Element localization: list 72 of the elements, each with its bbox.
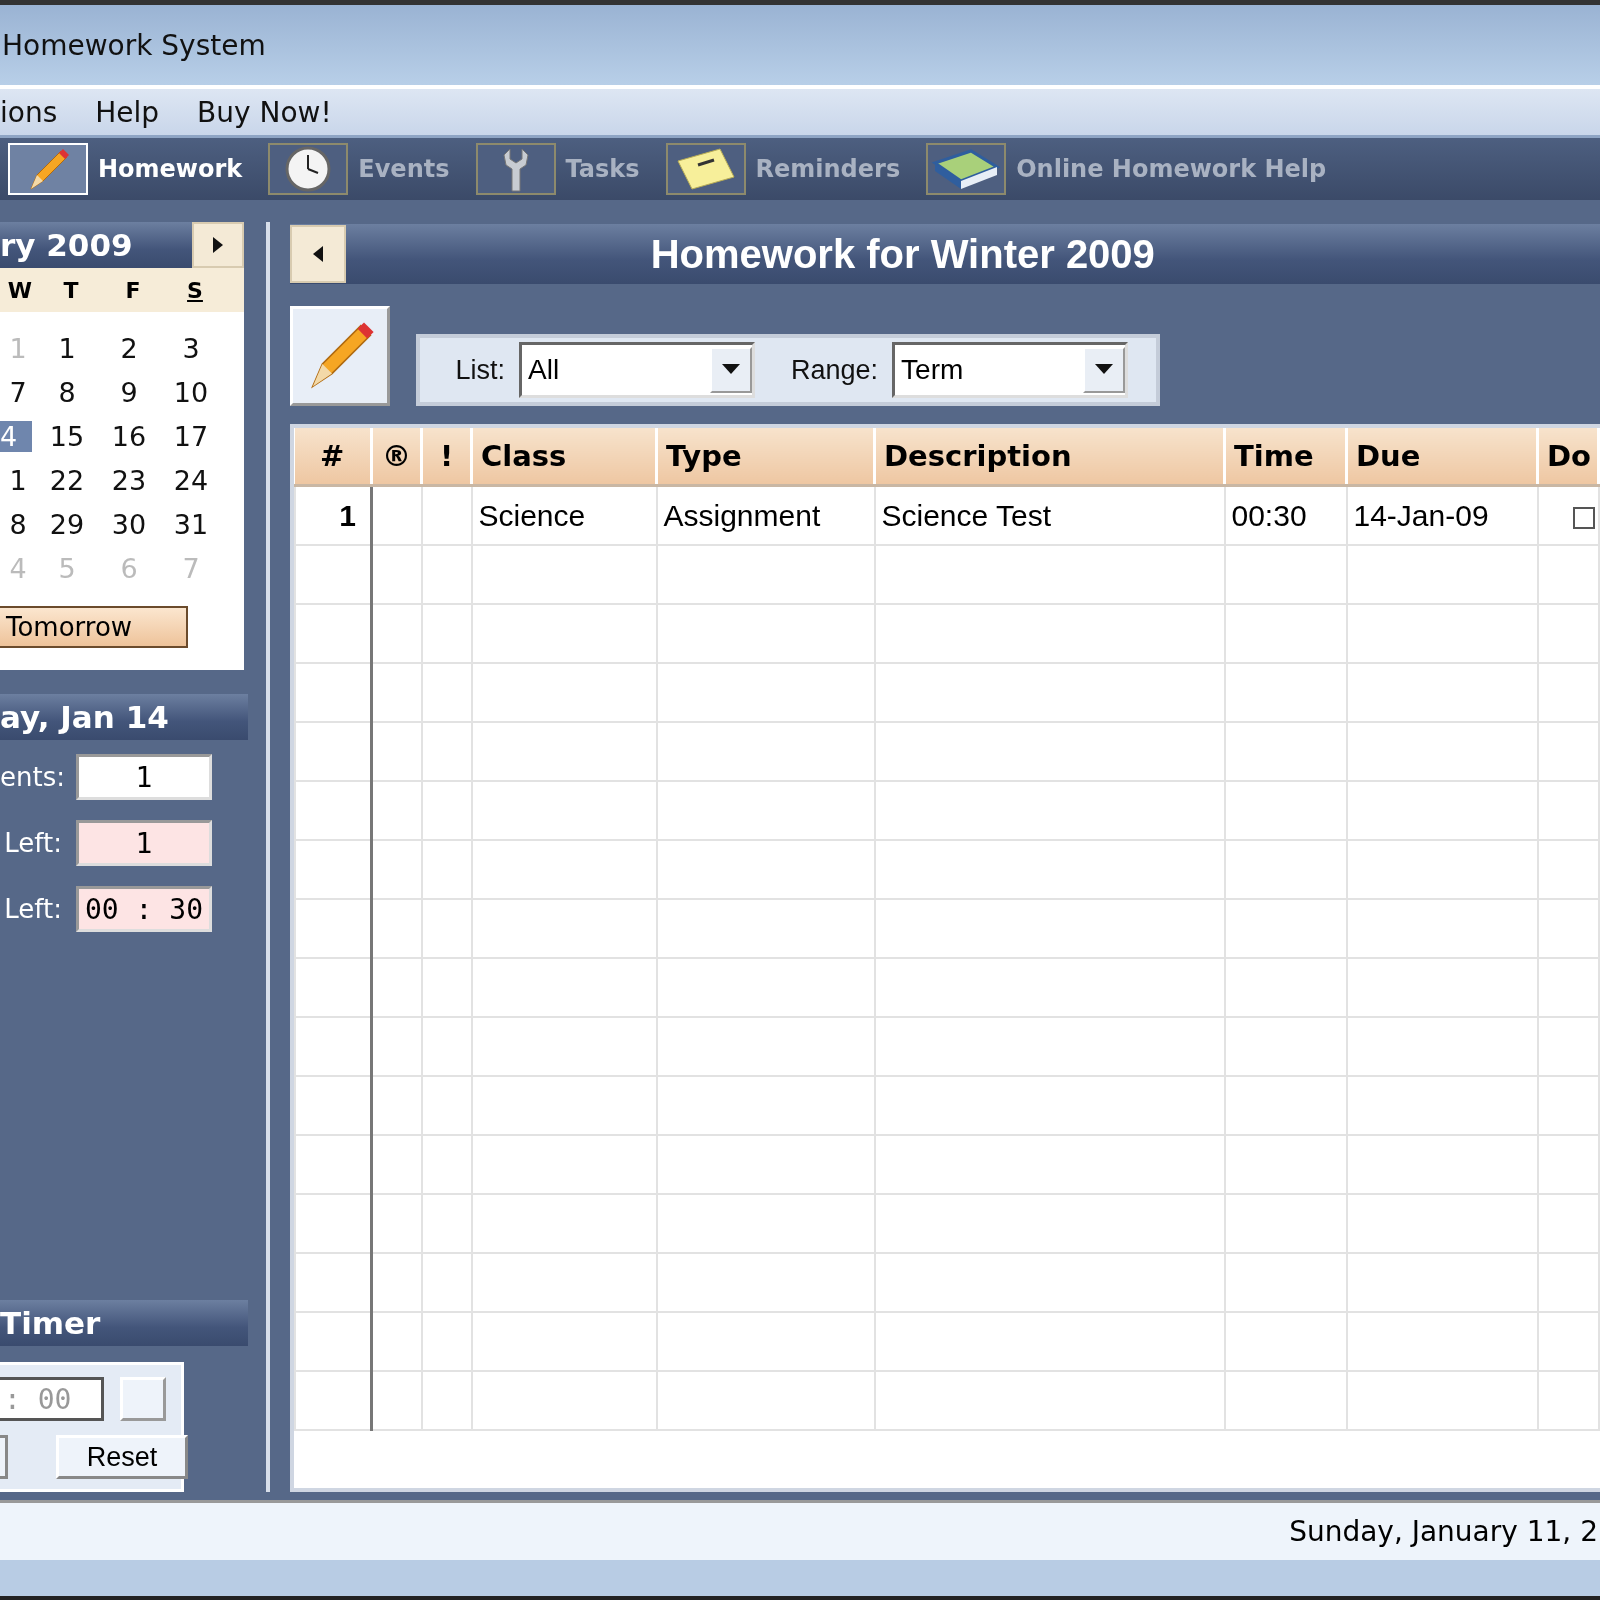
stat-label: ents: (0, 762, 62, 792)
status-date: Sunday, January 11, 2 (1289, 1515, 1599, 1548)
column-header[interactable]: Due (1346, 428, 1538, 486)
blank-button[interactable] (120, 1377, 166, 1421)
column-header[interactable]: Type (656, 428, 875, 486)
table-cell: Assignment (656, 485, 875, 545)
page-title: Homework for Winter 2009 (649, 231, 1156, 277)
calendar-day[interactable]: 31 (160, 508, 222, 540)
filter-label: Range: (791, 354, 879, 386)
calendar-day[interactable]: 7 (0, 376, 36, 408)
toolbar-tab[interactable]: Reminders (665, 143, 901, 195)
column-header[interactable]: Time (1224, 428, 1347, 486)
calendar-day[interactable]: 9 (98, 376, 160, 408)
table-cell: Science Test (874, 485, 1225, 545)
calendar-day[interactable]: 17 (160, 420, 222, 452)
calendar-day[interactable]: 30 (98, 508, 160, 540)
new-homework-button[interactable] (289, 306, 390, 406)
table-cell: Science (471, 485, 657, 545)
stat-label: Left: (3, 828, 62, 858)
window-title: Homework System (2, 28, 266, 62)
filter-label: List: (455, 354, 506, 386)
calendar-day[interactable]: 8 (36, 376, 98, 408)
column-header[interactable]: ! (421, 428, 472, 486)
timer-header: Timer (0, 1300, 248, 1346)
weekday-label: F (124, 277, 142, 303)
clock-icon (284, 145, 333, 193)
calendar-day[interactable]: 4 (0, 420, 32, 452)
column-header[interactable]: Description (874, 428, 1225, 486)
calendar-day[interactable]: 3 (160, 332, 222, 364)
dropdown[interactable]: All (519, 342, 756, 398)
tomorrow-button[interactable]: Tomorrow (0, 606, 188, 648)
menu-item[interactable]: ions (0, 95, 58, 129)
dropdown[interactable]: Term (892, 342, 1129, 398)
weekday-label: T (62, 277, 80, 303)
table-cell: 1 (294, 485, 372, 545)
toolbar-tab[interactable]: Online Homework Help (926, 143, 1327, 195)
day-header: ay, Jan 14 (0, 694, 248, 740)
calendar-day[interactable]: 1 (0, 464, 36, 496)
menu-item[interactable]: Help (95, 95, 160, 129)
calendar-day[interactable]: 24 (160, 464, 222, 496)
month-label: ry 2009 (0, 227, 133, 263)
column-header[interactable]: Do (1537, 428, 1599, 486)
calendar-day[interactable]: 1 (36, 332, 98, 364)
back-button[interactable] (289, 225, 346, 283)
stat-field: 1 (76, 820, 212, 866)
calendar-day[interactable]: 29 (36, 508, 98, 540)
stat-label: Left: (3, 894, 62, 924)
next-month-button[interactable] (192, 222, 244, 268)
stat-field: 00 : 30 (76, 886, 212, 932)
table-cell: 00:30 (1224, 485, 1347, 545)
calendar-day[interactable]: 16 (98, 420, 160, 452)
toolbar-tab[interactable]: Homework (8, 143, 243, 195)
menu-item[interactable]: Buy Now! (197, 95, 332, 129)
reset-button[interactable]: Reset (56, 1435, 188, 1479)
table-cell: 14-Jan-09 (1346, 485, 1538, 545)
calendar-day[interactable]: 23 (98, 464, 160, 496)
toolbar-tab[interactable]: Tasks (475, 143, 640, 195)
calendar-day[interactable]: 22 (36, 464, 98, 496)
weekday-label: S (186, 277, 204, 303)
calendar-day[interactable]: 2 (98, 332, 160, 364)
column-header[interactable]: ® (371, 428, 422, 486)
weekday-label: W (6, 277, 34, 303)
calendar-day[interactable]: 8 (0, 508, 36, 540)
timer-display: : 00 (0, 1377, 104, 1421)
stat-field: 1 (76, 754, 212, 800)
column-header[interactable]: Class (471, 428, 657, 486)
checkbox[interactable] (1572, 506, 1595, 529)
timer-button[interactable] (0, 1435, 8, 1479)
toolbar-tab[interactable]: Events (268, 143, 450, 195)
calendar-day[interactable]: 15 (36, 420, 98, 452)
column-header[interactable]: # (294, 428, 372, 486)
calendar-day[interactable]: 10 (160, 376, 222, 408)
